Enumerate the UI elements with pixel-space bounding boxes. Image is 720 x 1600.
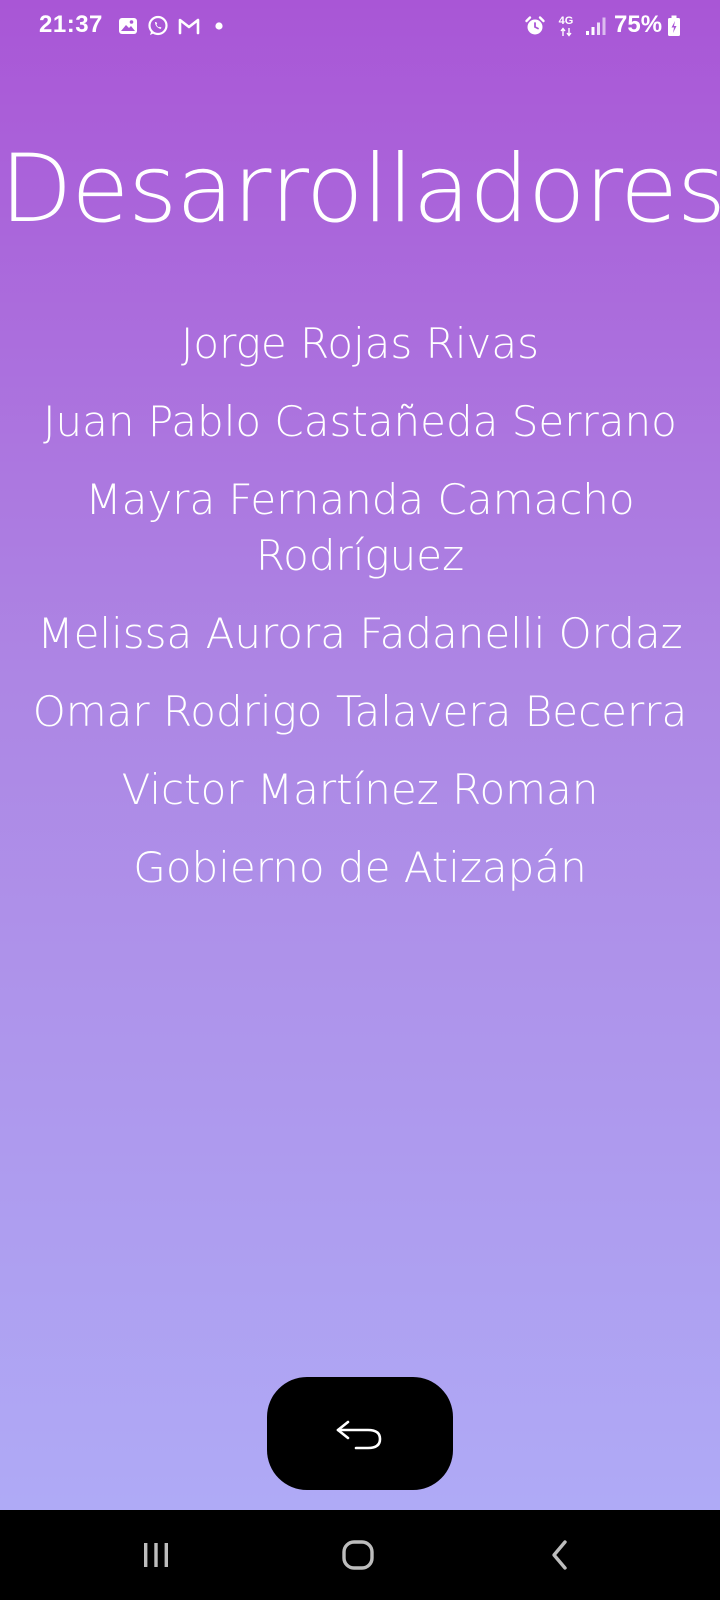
developer-list: Jorge Rojas Rivas Juan Pablo Castañeda S… <box>20 316 700 918</box>
battery-level: 75% <box>614 11 663 38</box>
notification-dot-icon <box>214 14 224 38</box>
network-label: 4G <box>558 14 574 27</box>
status-bar: 21:37 4G 75% <box>0 0 720 54</box>
signal-icon <box>584 14 608 38</box>
undo-arrow-icon <box>334 1414 386 1454</box>
developer-name: Melissa Aurora Fadanelli Ordaz <box>37 609 683 658</box>
alarm-icon <box>523 14 547 38</box>
home-button[interactable] <box>328 1530 388 1580</box>
developer-name: Gobierno de Atizapán <box>133 843 587 892</box>
developer-name: Mayra Fernanda Camacho Rodríguez <box>85 475 635 580</box>
app-screen: 21:37 4G 75% Desarrolladores Jorge Rojas… <box>0 0 720 1510</box>
recents-icon <box>141 1541 171 1569</box>
whatsapp-icon <box>146 14 170 38</box>
battery-icon <box>666 14 682 38</box>
navigation-bar <box>0 1510 720 1600</box>
developer-name: Victor Martínez Roman <box>121 765 599 814</box>
developer-name: Jorge Rojas Rivas <box>181 319 539 368</box>
developer-name: Juan Pablo Castañeda Serrano <box>43 397 677 446</box>
developer-name: Omar Rodrigo Talavera Becerra <box>32 687 688 736</box>
status-time: 21:37 <box>39 11 103 38</box>
gmail-icon <box>176 14 202 38</box>
system-back-button[interactable] <box>530 1530 590 1580</box>
home-icon <box>341 1539 375 1571</box>
back-button[interactable] <box>267 1377 453 1490</box>
image-icon <box>117 14 139 38</box>
network-4g-icon: 4G <box>556 14 576 38</box>
recents-button[interactable] <box>126 1530 186 1580</box>
back-icon <box>548 1539 572 1571</box>
page-title: Desarrolladores <box>0 135 720 244</box>
